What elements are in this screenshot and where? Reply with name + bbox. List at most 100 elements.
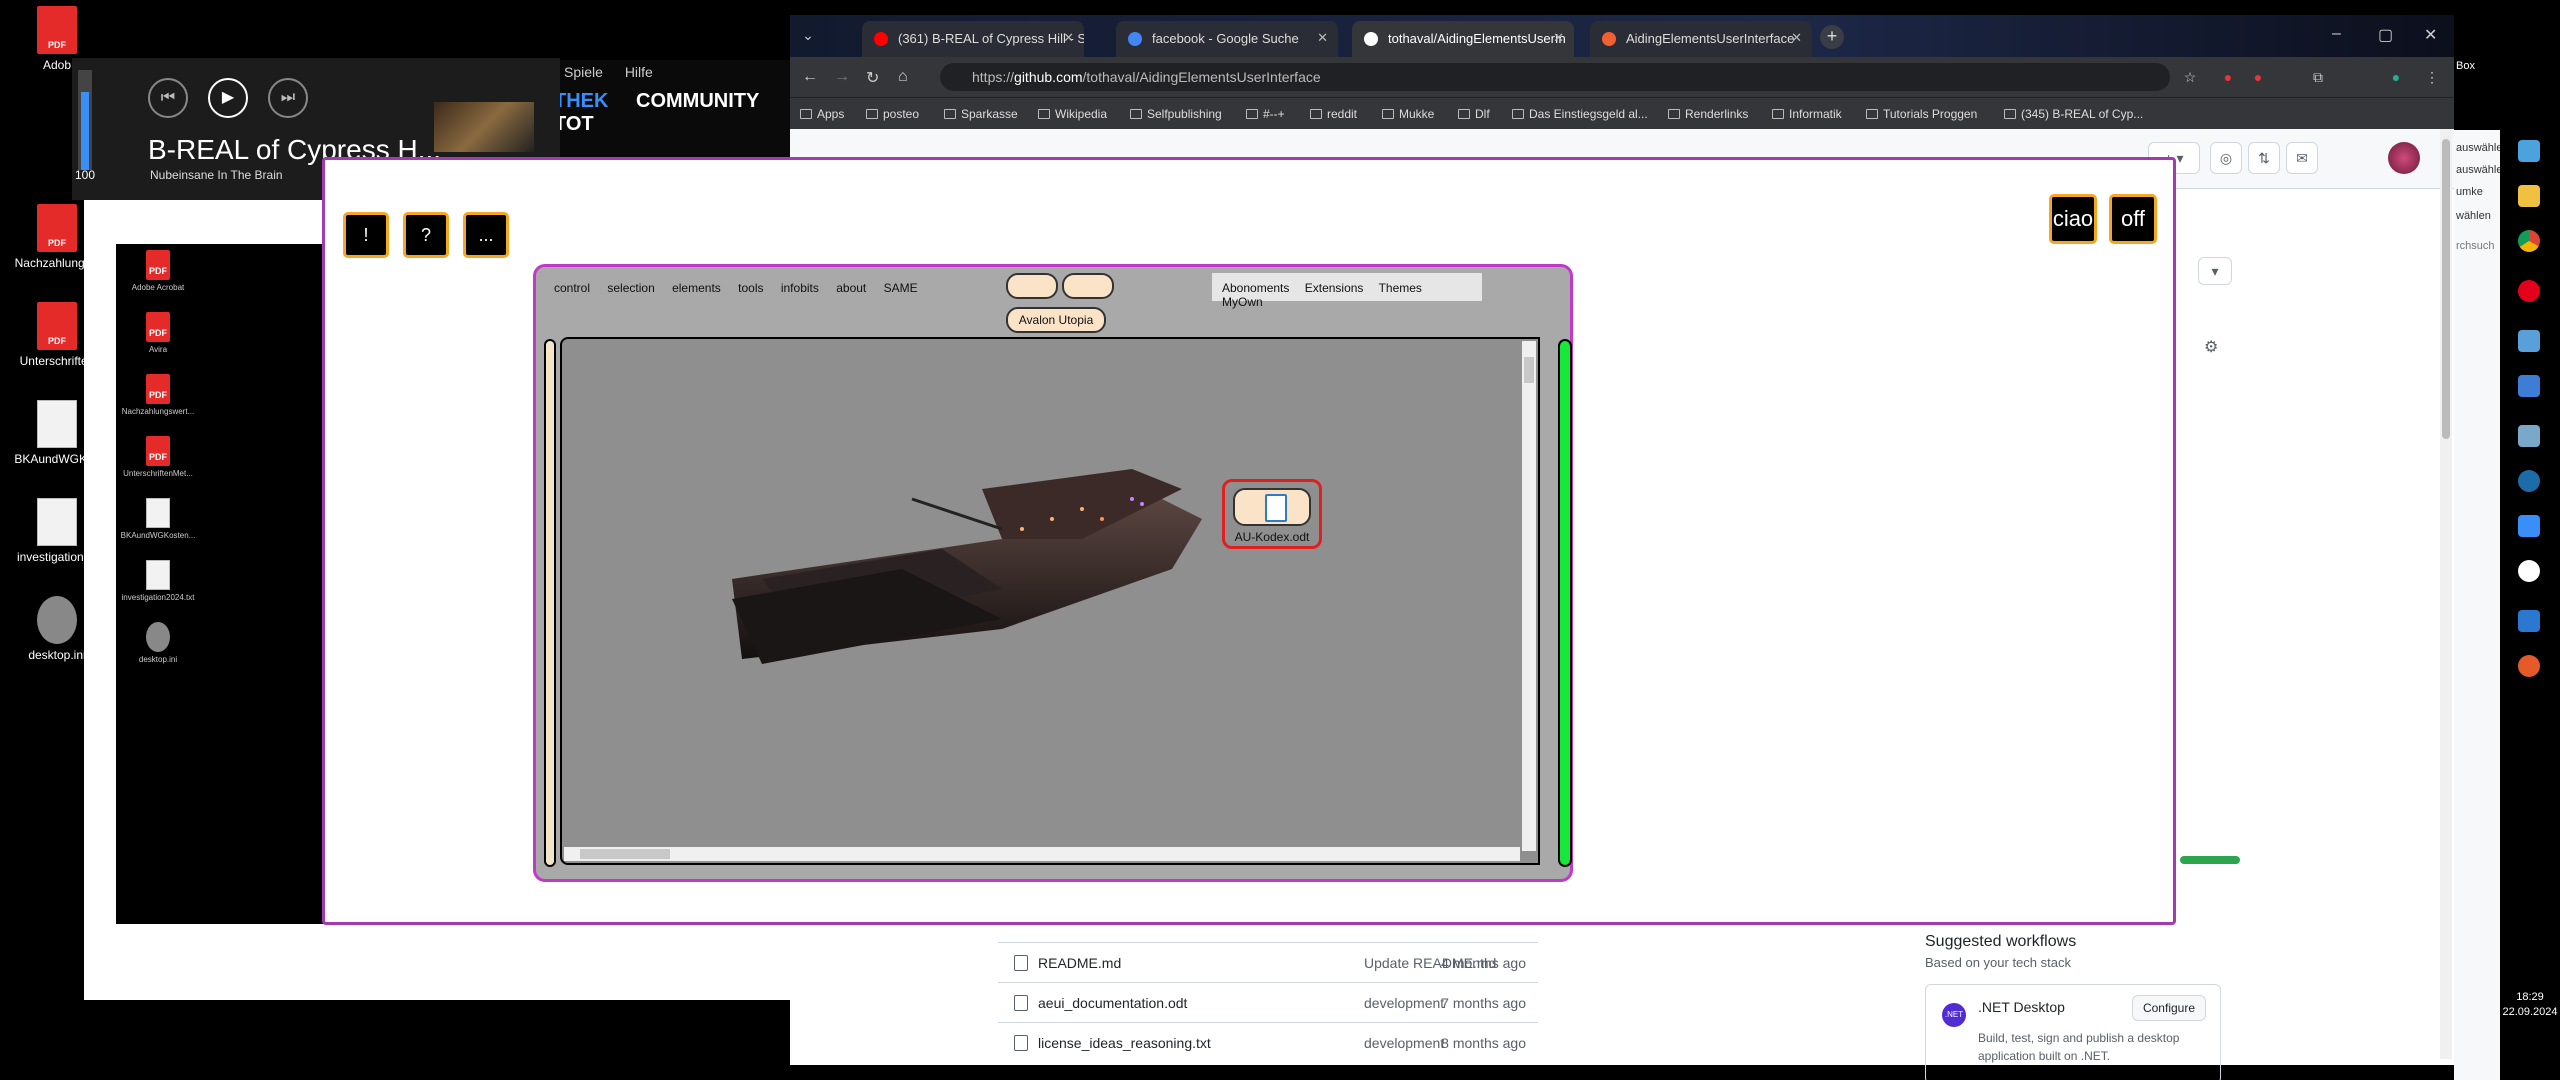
alert-button[interactable]: !: [343, 212, 389, 258]
avatar[interactable]: [2388, 142, 2420, 174]
forward-icon[interactable]: →: [834, 68, 850, 86]
commit-message[interactable]: development: [1364, 995, 1444, 1011]
taskbar-app-icon[interactable]: [2518, 425, 2540, 447]
bookmark-dlf[interactable]: Dlf: [1458, 107, 1490, 121]
bookmark-einstiegsgeld[interactable]: Das Einstiegsgeld al...: [1512, 107, 1648, 121]
pill-button-right[interactable]: [1062, 273, 1114, 299]
photos-icon[interactable]: [2518, 610, 2540, 632]
previous-track-button[interactable]: ⏮: [148, 78, 188, 118]
close-icon[interactable]: ✕: [1063, 30, 1074, 46]
steam-icon[interactable]: [2518, 470, 2540, 492]
menu-same[interactable]: SAME: [884, 281, 918, 295]
file-name[interactable]: aeui_documentation.odt: [1038, 995, 1187, 1011]
minimize-button[interactable]: –: [2332, 25, 2341, 43]
extension-icon[interactable]: ●: [2250, 69, 2266, 85]
dropdown-button[interactable]: ▾: [2198, 257, 2232, 285]
preview-icon[interactable]: Adobe Acrobat: [118, 250, 198, 292]
right-side-bar[interactable]: [1558, 339, 1572, 867]
bookmark-mukke[interactable]: Mukke: [1382, 107, 1434, 121]
close-window-button[interactable]: ✕: [2424, 25, 2437, 45]
off-button[interactable]: off: [2109, 194, 2157, 244]
left-side-bar[interactable]: [544, 339, 556, 867]
tab-search-icon[interactable]: ⌄: [800, 27, 816, 43]
commit-message[interactable]: development: [1364, 1035, 1444, 1051]
menu-about[interactable]: about: [836, 281, 866, 295]
help-button[interactable]: ?: [403, 212, 449, 258]
close-icon[interactable]: ✕: [1791, 30, 1802, 46]
bookmark-reddit[interactable]: reddit: [1310, 107, 1357, 121]
vertical-scrollbar[interactable]: [1522, 341, 1536, 851]
bookmark-informatik[interactable]: Informatik: [1772, 107, 1842, 121]
unreal-icon[interactable]: [2518, 560, 2540, 582]
inbox-button[interactable]: ✉: [2286, 142, 2318, 174]
bookmark-selfpublishing[interactable]: Selfpublishing: [1130, 107, 1222, 121]
taskbar-app-icon[interactable]: [2518, 185, 2540, 207]
tab-youtube[interactable]: (361) B-REAL of Cypress Hill - S ✕: [862, 21, 1084, 57]
preview-icon[interactable]: BKAundWGKosten...: [118, 498, 198, 540]
preview-icon[interactable]: UnterschriftenMet...: [118, 436, 198, 478]
file-row[interactable]: aeui_documentation.odt development 7 mon…: [998, 982, 1538, 1022]
opera-icon[interactable]: [2518, 280, 2540, 302]
taskbar-app-icon[interactable]: [2518, 140, 2540, 162]
url-input[interactable]: https://github.com/tothaval/AidingElemen…: [940, 63, 2170, 91]
file-shortcut[interactable]: AU-Kodex.odt: [1222, 479, 1322, 549]
file-row[interactable]: license_ideas_reasoning.txt development …: [998, 1022, 1538, 1062]
home-icon[interactable]: ⌂: [898, 68, 908, 86]
menu-themes[interactable]: Themes: [1379, 281, 1422, 295]
profile-icon[interactable]: ●: [2388, 69, 2404, 85]
configure-button[interactable]: Configure: [2131, 995, 2206, 1021]
tab-github[interactable]: tothaval/AidingElementsUserIn ✕: [1352, 21, 1574, 57]
system-clock[interactable]: 18:29 22.09.2024: [2500, 990, 2560, 1020]
bookmark-youtube[interactable]: (345) B-REAL of Cyp...: [2004, 107, 2143, 121]
close-icon[interactable]: ✕: [1553, 30, 1564, 46]
new-tab-button[interactable]: +: [1820, 25, 1844, 49]
more-button[interactable]: ...: [463, 212, 509, 258]
extension-icon[interactable]: ●: [2220, 69, 2236, 85]
tab-aeui[interactable]: AidingElementsUserInterface ✕: [1590, 21, 1812, 57]
close-icon[interactable]: ✕: [1317, 30, 1328, 46]
pull-requests-button[interactable]: ⇅: [2248, 142, 2280, 174]
center-label-button[interactable]: Avalon Utopia: [1006, 307, 1106, 333]
file-name[interactable]: README.md: [1038, 955, 1121, 971]
horizontal-scrollbar[interactable]: [564, 847, 1520, 861]
more-icon[interactable]: ⋮: [2424, 69, 2440, 85]
taskbar-app-icon[interactable]: [2518, 655, 2540, 677]
menu-abonoments[interactable]: Abonoments: [1222, 281, 1289, 295]
bookmark-tutorials[interactable]: Tutorials Proggen: [1866, 107, 1977, 121]
tab-community[interactable]: COMMUNITY: [636, 90, 759, 112]
menu-extensions[interactable]: Extensions: [1305, 281, 1364, 295]
menu-selection[interactable]: selection: [607, 281, 654, 295]
bookmark-wikipedia[interactable]: Wikipedia: [1038, 107, 1107, 121]
menu-infobits[interactable]: infobits: [781, 281, 819, 295]
menu-item[interactable]: Hilfe: [625, 64, 653, 80]
chrome-icon[interactable]: [2518, 230, 2540, 252]
maximize-button[interactable]: ▢: [2378, 25, 2393, 45]
page-scrollbar[interactable]: [2440, 129, 2452, 1059]
calculator-icon[interactable]: [2518, 330, 2540, 352]
back-icon[interactable]: ←: [802, 68, 818, 86]
preview-icon[interactable]: investigation2024.txt: [118, 560, 198, 602]
file-row[interactable]: README.md Update README.md 4 months ago: [998, 942, 1538, 982]
scrollbar-thumb[interactable]: [2442, 139, 2450, 439]
star-icon[interactable]: ☆: [2182, 69, 2198, 85]
bookmark-sparkasse[interactable]: Sparkasse: [944, 107, 1018, 121]
play-button[interactable]: ▶: [208, 78, 248, 118]
menu-myown[interactable]: MyOwn: [1222, 295, 1263, 309]
menu-control[interactable]: control: [554, 281, 590, 295]
menu-elements[interactable]: elements: [672, 281, 721, 295]
scrollbar-thumb[interactable]: [1524, 357, 1534, 383]
scrollbar-thumb[interactable]: [580, 849, 670, 859]
ciao-button[interactable]: ciao: [2049, 194, 2097, 244]
settings-gear-icon[interactable]: ⚙: [2204, 337, 2218, 357]
reload-icon[interactable]: ↻: [866, 68, 879, 88]
pill-button-left[interactable]: [1006, 273, 1058, 299]
next-track-button[interactable]: ⏭: [268, 78, 308, 118]
scene-viewport[interactable]: AU-Kodex.odt: [560, 337, 1540, 865]
taskbar-app-icon[interactable]: [2518, 515, 2540, 537]
tab-google[interactable]: facebook - Google Suche ✕: [1116, 21, 1338, 57]
preview-icon[interactable]: desktop.ini: [118, 622, 198, 664]
bookmark-posteo[interactable]: posteo: [866, 107, 919, 121]
menu-item[interactable]: Spiele: [564, 64, 603, 80]
preview-icon[interactable]: Nachzahlungswert...: [118, 374, 198, 416]
volume-slider[interactable]: [78, 70, 92, 170]
